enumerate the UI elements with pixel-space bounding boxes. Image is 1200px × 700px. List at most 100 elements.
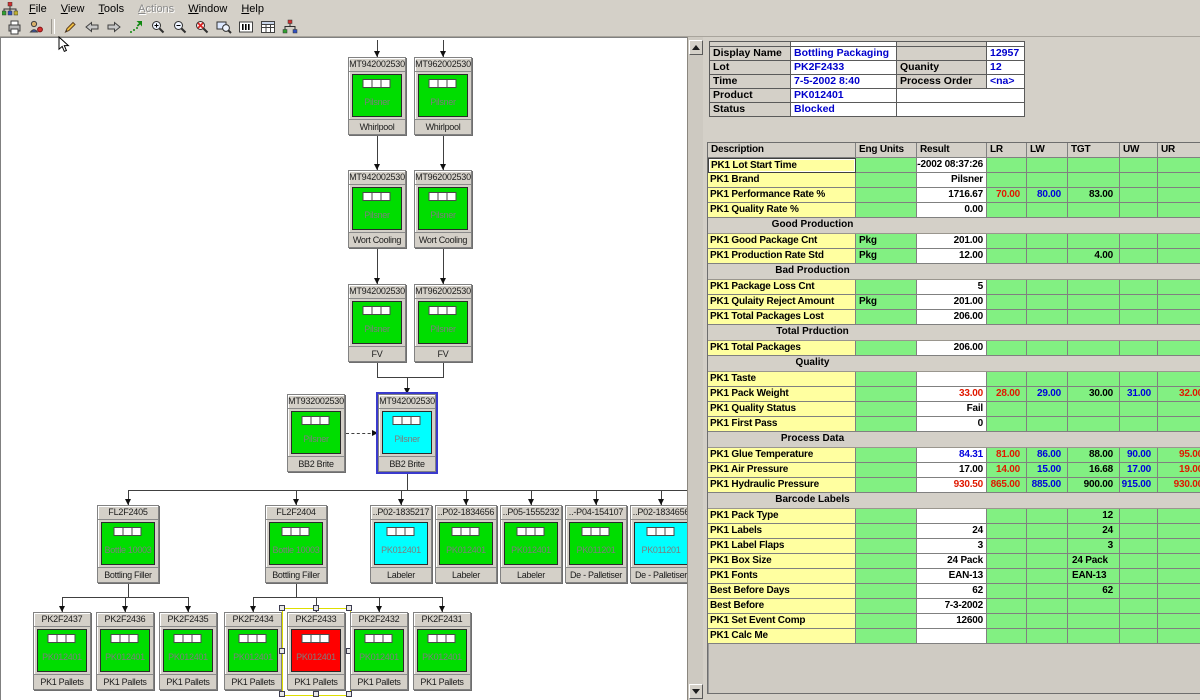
- grid-cell[interactable]: [1068, 402, 1120, 417]
- grid-cell-description[interactable]: PK1 Pack Type: [708, 509, 856, 524]
- grid-cell[interactable]: [1158, 234, 1200, 249]
- grid-cell[interactable]: 24 Pack: [917, 554, 987, 569]
- flow-node[interactable]: MT962002530PilsnerFV: [414, 284, 472, 362]
- grid-cell[interactable]: 86.00: [1027, 448, 1068, 463]
- grid-cell[interactable]: 15.00: [1027, 463, 1068, 478]
- grid-cell[interactable]: [1120, 554, 1158, 569]
- toolbar-datasheet-button[interactable]: [257, 18, 279, 36]
- grid-cell[interactable]: [856, 554, 917, 569]
- grid-cell[interactable]: [1158, 417, 1200, 432]
- toolbar-trace-button[interactable]: [125, 18, 147, 36]
- flow-node[interactable]: FL2F2405Bottle 10003Bottling Filler: [97, 505, 159, 583]
- grid-cell[interactable]: 84.31: [917, 448, 987, 463]
- grid-cell[interactable]: [1027, 599, 1068, 614]
- grid-cell[interactable]: 930.50: [917, 478, 987, 493]
- grid-cell[interactable]: [1158, 280, 1200, 295]
- grid-cell[interactable]: [856, 539, 917, 554]
- grid-cell-description[interactable]: Best Before Days: [708, 584, 856, 599]
- flow-node[interactable]: MT942002530PilsnerWhirlpool: [348, 57, 406, 135]
- scroll-down-button[interactable]: [689, 684, 703, 699]
- grid-cell[interactable]: [1068, 614, 1120, 629]
- grid-cell[interactable]: [917, 509, 987, 524]
- grid-cell[interactable]: [1158, 310, 1200, 325]
- flow-node[interactable]: FL2F2404Bottle 10003Bottling Filler: [265, 505, 327, 583]
- flow-node[interactable]: MT962002530PilsnerWort Cooling: [414, 170, 472, 248]
- grid-cell[interactable]: [1158, 173, 1200, 188]
- grid-cell[interactable]: 62: [1068, 584, 1120, 599]
- selection-handle[interactable]: [279, 648, 285, 654]
- grid-cell[interactable]: [1120, 249, 1158, 264]
- grid-cell[interactable]: [1068, 173, 1120, 188]
- grid-cell[interactable]: [856, 402, 917, 417]
- grid-cell[interactable]: 12600: [917, 614, 987, 629]
- grid-cell[interactable]: [987, 158, 1027, 173]
- grid-cell[interactable]: [1027, 341, 1068, 356]
- grid-cell[interactable]: [1027, 509, 1068, 524]
- grid-cell-description[interactable]: PK1 Total Packages: [708, 341, 856, 356]
- grid-cell[interactable]: [1027, 203, 1068, 218]
- grid-cell[interactable]: [917, 629, 987, 644]
- grid-cell[interactable]: [856, 158, 917, 173]
- selection-handle[interactable]: [279, 605, 285, 611]
- grid-cell[interactable]: 17.00: [917, 463, 987, 478]
- grid-cell[interactable]: 30.00: [1068, 387, 1120, 402]
- grid-cell[interactable]: [856, 188, 917, 203]
- selection-handle[interactable]: [346, 605, 352, 611]
- grid-cell[interactable]: [1158, 295, 1200, 310]
- toolbar-print-button[interactable]: [3, 18, 25, 36]
- grid-cell[interactable]: [1158, 249, 1200, 264]
- grid-cell[interactable]: [856, 509, 917, 524]
- grid-cell[interactable]: [1120, 341, 1158, 356]
- grid-cell[interactable]: [1068, 295, 1120, 310]
- grid-cell[interactable]: 70.00: [987, 188, 1027, 203]
- flow-node[interactable]: PK2F2435PK012401PK1 Pallets: [159, 612, 217, 690]
- grid-cell[interactable]: [987, 584, 1027, 599]
- grid-cell[interactable]: [856, 569, 917, 584]
- grid-cell[interactable]: [987, 402, 1027, 417]
- flow-node[interactable]: MT942002530PilsnerWort Cooling: [348, 170, 406, 248]
- grid-cell[interactable]: 81.00: [987, 448, 1027, 463]
- grid-cell[interactable]: [1027, 310, 1068, 325]
- grid-cell[interactable]: [1068, 158, 1120, 173]
- grid-cell[interactable]: [987, 173, 1027, 188]
- grid-cell[interactable]: 900.00: [1068, 478, 1120, 493]
- grid-cell[interactable]: 201.00: [917, 295, 987, 310]
- grid-cell[interactable]: 930.00: [1158, 478, 1200, 493]
- grid-cell-description[interactable]: PK1 Total Packages Lost: [708, 310, 856, 325]
- grid-cell-description[interactable]: PK1 Package Loss Cnt: [708, 280, 856, 295]
- grid-cell-description[interactable]: PK1 Taste: [708, 372, 856, 387]
- grid-cell[interactable]: [1027, 158, 1068, 173]
- grid-cell-description[interactable]: PK1 Qulaity Reject Amount: [708, 295, 856, 310]
- grid-cell[interactable]: [1158, 554, 1200, 569]
- grid-cell[interactable]: [856, 310, 917, 325]
- grid-cell[interactable]: 12: [1068, 509, 1120, 524]
- grid-cell[interactable]: [856, 584, 917, 599]
- grid-cell[interactable]: EAN-13: [917, 569, 987, 584]
- grid-cell[interactable]: [1158, 203, 1200, 218]
- grid-cell[interactable]: [856, 387, 917, 402]
- selection-handle[interactable]: [313, 605, 319, 611]
- grid-cell-description[interactable]: PK1 Label Flaps: [708, 539, 856, 554]
- grid-cell-description[interactable]: PK1 Glue Temperature: [708, 448, 856, 463]
- grid-cell[interactable]: [856, 614, 917, 629]
- grid-cell[interactable]: Pkg: [856, 295, 917, 310]
- grid-cell[interactable]: EAN-13: [1068, 569, 1120, 584]
- grid-cell[interactable]: [1068, 234, 1120, 249]
- grid-cell-description[interactable]: PK1 Lot Start Time: [708, 158, 856, 173]
- grid-cell[interactable]: [1120, 158, 1158, 173]
- grid-cell[interactable]: 201.00: [917, 234, 987, 249]
- grid-cell[interactable]: [1027, 539, 1068, 554]
- flow-node[interactable]: MT932002530PilsnerBB2 Brite: [287, 394, 345, 472]
- grid-cell[interactable]: [1120, 629, 1158, 644]
- grid-cell[interactable]: [1120, 569, 1158, 584]
- grid-cell[interactable]: [1120, 203, 1158, 218]
- grid-cell[interactable]: [987, 629, 1027, 644]
- toolbar-logon-button[interactable]: [25, 18, 47, 36]
- grid-cell[interactable]: [1068, 310, 1120, 325]
- grid-cell[interactable]: [1120, 280, 1158, 295]
- grid-cell[interactable]: [987, 524, 1027, 539]
- flow-node[interactable]: ..P02-1835217PK012401Labeler: [370, 505, 432, 583]
- grid-cell[interactable]: 3: [917, 539, 987, 554]
- grid-cell[interactable]: [1158, 402, 1200, 417]
- grid-cell[interactable]: 33.00: [917, 387, 987, 402]
